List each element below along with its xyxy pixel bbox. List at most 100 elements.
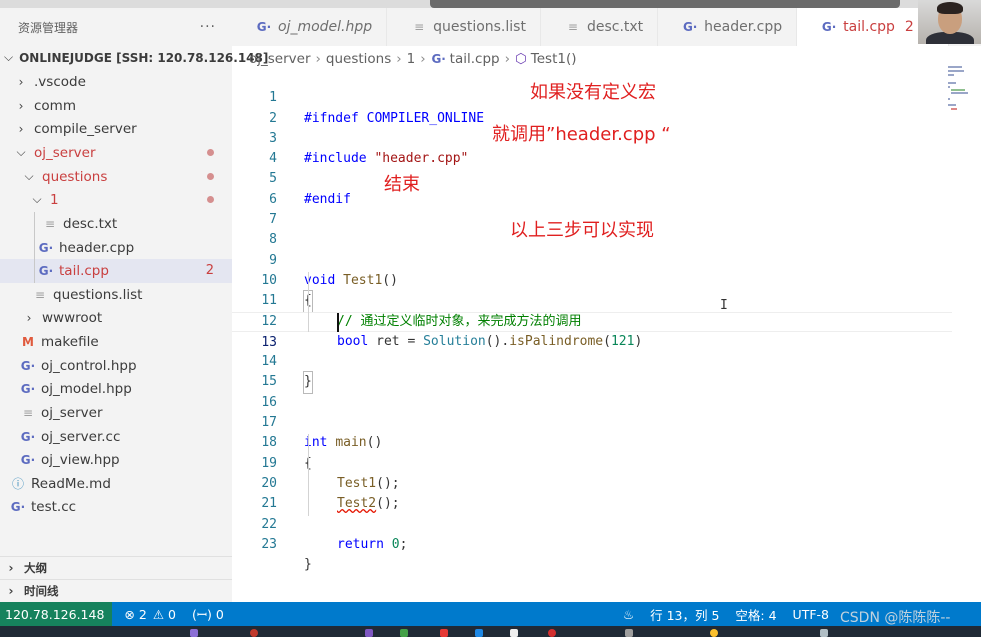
tree-folder-questions[interactable]: ⌵ questions (0, 165, 232, 189)
modified-dot-icon (207, 173, 214, 181)
code-line: 23 } (232, 515, 952, 572)
code-line: 10 { (232, 251, 952, 313)
code-line: 14 } (232, 332, 952, 394)
breadcrumb-item[interactable]: questions (326, 51, 391, 67)
tab-header-cpp[interactable]: G· header.cpp (658, 8, 798, 46)
watermark: CSDN @陈陈陈-- (840, 610, 951, 626)
encoding-setting[interactable]: UTF-8 (793, 607, 829, 622)
tree-file-oj-model-hpp[interactable]: G· oj_model.hpp (0, 377, 232, 401)
annotation-text: 以上三步可以实现 (510, 220, 654, 241)
more-actions-icon[interactable]: ··· (200, 19, 216, 35)
chevron-right-icon: › (504, 51, 510, 67)
remote-indicator[interactable]: 120.78.126.148 (0, 602, 113, 626)
text-file-icon: ≡ (22, 405, 34, 420)
tree-folder-1[interactable]: ⌵ 1 (0, 188, 232, 212)
chevron-down-icon: ⌵ (4, 50, 14, 65)
tree-item-label: compile_server (34, 120, 137, 137)
tab-label: questions.list (433, 19, 526, 35)
cpp-file-icon: G· (20, 429, 36, 444)
tree-file-oj-server[interactable]: ≡ oj_server (0, 401, 232, 425)
errors-indicator[interactable]: ⊗ 2 (124, 607, 146, 622)
chevron-right-icon: › (420, 51, 426, 67)
minimap[interactable] (946, 64, 968, 114)
tab-questions-list[interactable]: ≡ questions.list (387, 8, 541, 46)
taskbar-app-icon[interactable] (820, 629, 828, 637)
text-file-icon: ≡ (567, 20, 578, 34)
indent-guide (34, 259, 35, 283)
indent-guide (34, 236, 35, 260)
tree-item-label: oj_server (34, 144, 96, 161)
ports-indicator[interactable]: (ꟷ) 0 (192, 606, 224, 623)
taskbar-app-icon[interactable] (190, 629, 198, 637)
tab-label: oj_model.hpp (278, 19, 373, 35)
taskbar-app-icon[interactable] (510, 629, 518, 637)
tree-item-label: header.cpp (59, 239, 135, 256)
chevron-down-icon: ⌵ (32, 192, 42, 207)
breadcrumb-item[interactable]: oj_server (249, 51, 311, 67)
taskbar-app-icon[interactable] (475, 629, 483, 637)
tree-folder-comm[interactable]: › comm (0, 94, 232, 118)
taskbar-app-icon[interactable] (548, 629, 556, 637)
webcam-overlay (918, 0, 981, 44)
chevron-down-icon: ⌵ (16, 145, 26, 160)
editor-tabs: G· oj_model.hpp ≡ questions.list ≡ desc.… (232, 8, 981, 46)
tree-folder-vscode[interactable]: › .vscode (0, 70, 232, 94)
tree-file-desc-txt[interactable]: ≡ desc.txt (0, 212, 232, 236)
timeline-section[interactable]: › 时间线 (0, 579, 232, 602)
workspace-root-label: ONLINEJUDGE [SSH: 120.78.126.148] (19, 50, 269, 65)
cpp-file-icon: G· (20, 381, 36, 396)
breadcrumb-item[interactable]: Test1() (531, 51, 577, 67)
taskbar-app-icon[interactable] (365, 629, 373, 637)
line-number: 23 (261, 536, 277, 552)
tree-file-readme-md[interactable]: ⓘ ReadMe.md (0, 472, 232, 496)
indentation-setting[interactable]: 空格: 4 (735, 605, 776, 624)
webcam-person-hair (937, 2, 963, 14)
workspace-root[interactable]: ⌵ ONLINEJUDGE [SSH: 120.78.126.148] (0, 46, 268, 70)
code-line: 16 (232, 373, 952, 410)
tree-file-header-cpp[interactable]: G· header.cpp (0, 236, 232, 260)
code-line-current: 13 (232, 311, 952, 350)
tree-item-label: desc.txt (63, 215, 118, 232)
breadcrumb: oj_server › questions › 1 › G· tail.cpp … (249, 48, 577, 70)
code-editor[interactable]: 1 #ifndef COMPILER_ONLINE 2 3 #include "… (232, 68, 952, 588)
tab-desc-txt[interactable]: ≡ desc.txt (541, 8, 659, 46)
timeline-label: 时间线 (24, 584, 59, 598)
taskbar-app-icon[interactable] (440, 629, 448, 637)
code-line: 18 { (232, 413, 952, 470)
outline-section[interactable]: › 大纲 (0, 556, 232, 579)
annotation-text: 就调用”header.cpp “ (492, 124, 671, 145)
tree-file-tail-cpp[interactable]: G· tail.cpp 2 (0, 259, 232, 283)
text-file-icon: ≡ (44, 216, 56, 231)
chevron-right-icon: › (18, 121, 24, 136)
taskbar-app-icon[interactable] (710, 629, 718, 637)
breadcrumb-item[interactable]: tail.cpp (450, 51, 500, 67)
tab-label: desc.txt (586, 19, 644, 35)
taskbar-app-icon[interactable] (625, 629, 633, 637)
cursor-position[interactable]: 行 13，列 5 (650, 605, 719, 624)
tree-folder-wwwroot[interactable]: › wwwroot (0, 306, 232, 330)
modified-dot-icon (207, 196, 214, 204)
problem-count-badge: 2 (205, 263, 214, 279)
makefile-icon: M (22, 334, 34, 349)
tree-item-label: questions.list (53, 286, 143, 303)
tab-oj-model-hpp[interactable]: G· oj_model.hpp (232, 8, 388, 46)
window-top-strip (0, 0, 981, 8)
tree-file-oj-server-cc[interactable]: G· oj_server.cc (0, 425, 232, 449)
tree-item-label: ReadMe.md (31, 475, 111, 492)
warnings-indicator[interactable]: ⚠ 0 (153, 607, 176, 622)
flame-icon[interactable]: ♨ (623, 607, 634, 622)
chevron-right-icon: › (396, 51, 402, 67)
tree-file-makefile[interactable]: M makefile (0, 330, 232, 354)
tree-file-oj-control-hpp[interactable]: G· oj_control.hpp (0, 354, 232, 378)
tree-folder-oj-server[interactable]: ⌵ oj_server (0, 141, 232, 165)
tab-label: tail.cpp (843, 19, 895, 35)
tab-problem-count: 2 (904, 19, 914, 35)
breadcrumb-item[interactable]: 1 (407, 51, 416, 67)
tree-folder-compile-server[interactable]: › compile_server (0, 117, 232, 141)
code-line: 19 Test1(); (232, 433, 952, 491)
tree-file-oj-view-hpp[interactable]: G· oj_view.hpp (0, 448, 232, 472)
tree-file-questions-list[interactable]: ≡ questions.list (0, 283, 232, 307)
taskbar-app-icon[interactable] (400, 629, 408, 637)
tree-file-test-cc[interactable]: G· test.cc (0, 495, 232, 519)
taskbar-app-icon[interactable] (250, 629, 258, 637)
